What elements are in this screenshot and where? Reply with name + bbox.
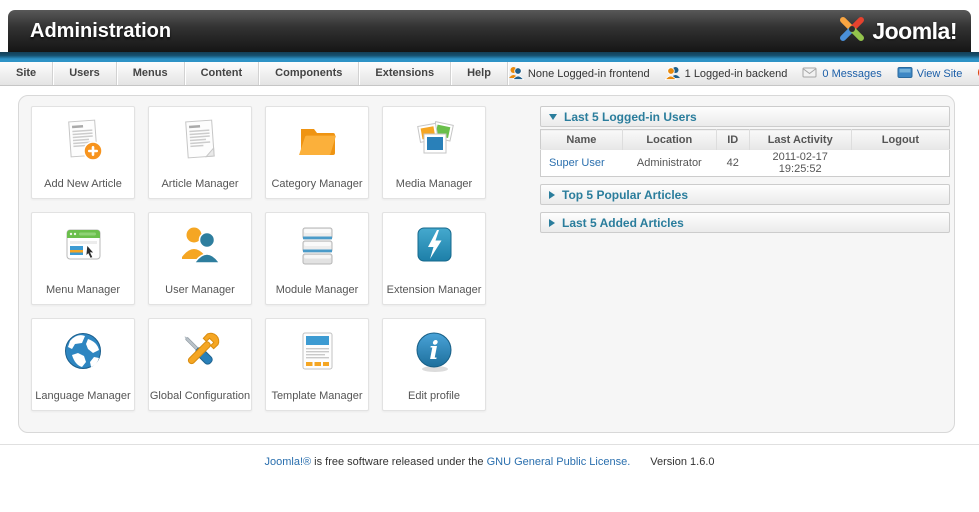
tile-label: Global Configuration	[150, 390, 250, 402]
admin-page: Administration Joomla! Site Users Menus …	[0, 0, 979, 512]
menu-extensions[interactable]: Extensions	[359, 62, 451, 85]
panel-last-logged-in-users[interactable]: Last 5 Logged-in Users	[540, 106, 950, 127]
location-cell: Administrator	[622, 150, 716, 177]
quick-icon-media-manager[interactable]: Media Manager	[382, 106, 486, 199]
panel-title: Top 5 Popular Articles	[562, 188, 688, 202]
menu-manager-icon	[58, 221, 108, 284]
tile-label: Module Manager	[276, 284, 359, 296]
joomla-link[interactable]: Joomla!®	[264, 456, 311, 468]
menu-users[interactable]: Users	[53, 62, 117, 85]
messages-link[interactable]: 0 Messages	[802, 65, 881, 82]
menu-menus[interactable]: Menus	[117, 62, 185, 85]
backend-users-label: 1 Logged-in backend	[685, 68, 788, 80]
panel-top-popular-articles[interactable]: Top 5 Popular Articles	[540, 184, 950, 205]
joomla-logo-text: Joomla!	[872, 18, 957, 45]
quick-icon-edit-profile[interactable]: i Edit profile	[382, 318, 486, 411]
tile-label: Language Manager	[35, 390, 130, 402]
version-text: Version 1.6.0	[650, 456, 714, 468]
header: Administration Joomla!	[8, 10, 971, 52]
extension-manager-icon	[409, 221, 459, 284]
panel-title: Last 5 Logged-in Users	[564, 110, 697, 124]
expand-arrow-icon	[549, 219, 555, 227]
quick-icon-grid: Add New Article Artic	[31, 106, 486, 411]
menu-site[interactable]: Site	[0, 62, 53, 85]
gpl-link[interactable]: GNU General Public License.	[487, 456, 631, 468]
tile-label: Menu Manager	[46, 284, 120, 296]
footer-divider	[0, 444, 979, 445]
template-manager-icon	[292, 327, 342, 390]
cpanel-modules: Last 5 Logged-in Users Name Location ID …	[540, 106, 950, 240]
tile-label: Template Manager	[271, 390, 362, 402]
tile-label: Edit profile	[408, 390, 460, 402]
backend-users-icon	[665, 65, 681, 83]
tile-label: Add New Article	[44, 178, 122, 190]
col-location: Location	[622, 130, 716, 150]
tile-label: Extension Manager	[387, 284, 482, 296]
status-bar: None Logged-in frontend 1 Logged-in back…	[508, 62, 979, 85]
col-name: Name	[541, 130, 623, 150]
col-last-activity: Last Activity	[749, 130, 851, 150]
backend-users-status: 1 Logged-in backend	[665, 65, 788, 83]
quick-icon-module-manager[interactable]: Module Manager	[265, 212, 369, 305]
article-manager-icon	[175, 115, 225, 178]
messages-label: 0 Messages	[822, 68, 881, 80]
table-row: Super User Administrator 42 2011-02-17 1…	[541, 150, 950, 177]
quick-icon-menu-manager[interactable]: Menu Manager	[31, 212, 135, 305]
col-id: ID	[716, 130, 749, 150]
quick-icon-global-configuration[interactable]: Global Configuration	[148, 318, 252, 411]
footer-text: is free software released under the	[311, 456, 486, 468]
edit-profile-icon: i	[409, 327, 459, 390]
expand-arrow-icon	[549, 191, 555, 199]
quick-icon-language-manager[interactable]: Language Manager	[31, 318, 135, 411]
menu-components[interactable]: Components	[259, 62, 359, 85]
quick-icon-category-manager[interactable]: Category Manager	[265, 106, 369, 199]
quick-icon-extension-manager[interactable]: Extension Manager	[382, 212, 486, 305]
page-title: Administration	[30, 20, 171, 43]
tile-label: User Manager	[165, 284, 235, 296]
col-logout: Logout	[851, 130, 949, 150]
tile-label: Media Manager	[396, 178, 472, 190]
joomla-emblem-icon	[837, 14, 867, 49]
quick-icon-template-manager[interactable]: Template Manager	[265, 318, 369, 411]
id-cell: 42	[716, 150, 749, 177]
logged-in-users-table: Name Location ID Last Activity Logout Su…	[540, 129, 950, 177]
panel-last-added-articles[interactable]: Last 5 Added Articles	[540, 212, 950, 233]
view-site-icon	[897, 66, 913, 82]
frontend-users-label: None Logged-in frontend	[528, 68, 650, 80]
panel-title: Last 5 Added Articles	[562, 216, 684, 230]
menu-content[interactable]: Content	[185, 62, 260, 85]
svg-text:i: i	[429, 336, 439, 365]
user-manager-icon	[175, 221, 225, 284]
module-manager-icon	[292, 221, 342, 284]
table-header-row: Name Location ID Last Activity Logout	[541, 130, 950, 150]
control-panel: Add New Article Artic	[18, 95, 955, 433]
media-manager-icon	[409, 115, 459, 178]
menu-bar: Site Users Menus Content Components Exte…	[0, 62, 979, 86]
joomla-logo: Joomla!	[837, 14, 957, 49]
collapse-arrow-icon	[549, 114, 557, 120]
view-site-label: View Site	[917, 68, 963, 80]
messages-icon	[802, 65, 818, 82]
frontend-users-status: None Logged-in frontend	[508, 65, 650, 83]
add-article-icon	[58, 115, 108, 178]
quick-icon-add-new-article[interactable]: Add New Article	[31, 106, 135, 199]
blue-stripe	[0, 52, 979, 62]
quick-icon-article-manager[interactable]: Article Manager	[148, 106, 252, 199]
tile-label: Category Manager	[271, 178, 362, 190]
menu-help[interactable]: Help	[451, 62, 508, 85]
logout-cell	[851, 150, 949, 177]
frontend-users-icon	[508, 65, 524, 83]
quick-icon-user-manager[interactable]: User Manager	[148, 212, 252, 305]
user-link[interactable]: Super User	[549, 157, 605, 169]
view-site-link[interactable]: View Site	[897, 66, 963, 82]
category-manager-icon	[292, 115, 342, 178]
tile-label: Article Manager	[161, 178, 238, 190]
language-manager-icon	[58, 327, 108, 390]
global-configuration-icon	[175, 327, 225, 390]
footer: Joomla!® is free software released under…	[0, 456, 979, 468]
last-activity-cell: 2011-02-17 19:25:52	[749, 150, 851, 177]
